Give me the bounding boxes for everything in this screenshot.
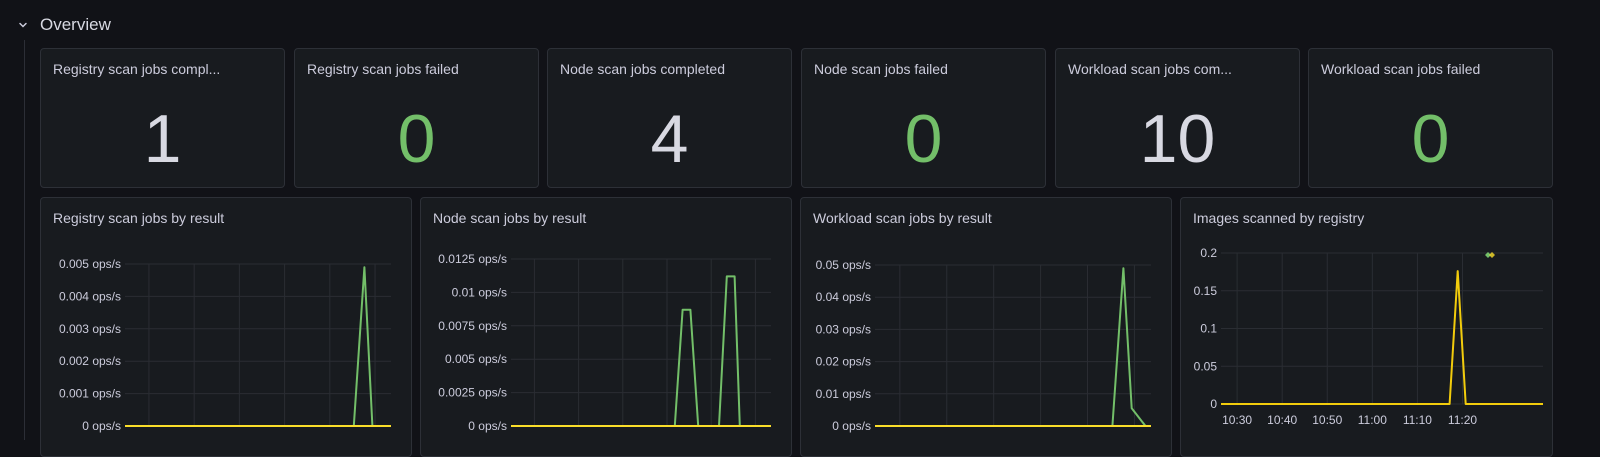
y-tick-label: 0 ops/s	[82, 419, 121, 433]
y-tick-label: 0.001 ops/s	[59, 387, 121, 401]
stat-value: 1	[143, 101, 182, 177]
chart-panel-node-jobs[interactable]: Node scan jobs by result 0 ops/s 0.0025 o…	[420, 197, 792, 457]
y-tick-label: 0 ops/s	[832, 419, 871, 433]
stat-value: 4	[650, 101, 689, 177]
y-tick-label: 0.0025 ops/s	[438, 386, 507, 400]
stat-panel-registry-failed[interactable]: Registry scan jobs failed 0	[294, 48, 539, 188]
y-tick-label: 0.02 ops/s	[816, 355, 871, 369]
stat-value: 0	[397, 101, 436, 177]
x-tick-label: 11:00	[1358, 413, 1387, 427]
stat-value: 10	[1139, 101, 1216, 177]
stat-panel-node-completed[interactable]: Node scan jobs completed 4	[547, 48, 792, 188]
y-tick-label: 0.0125 ops/s	[438, 252, 507, 266]
y-tick-label: 0.03 ops/s	[816, 322, 871, 336]
panel-title: Workload scan jobs failed	[1321, 61, 1481, 77]
stat-panel-registry-completed[interactable]: Registry scan jobs compl... 1	[40, 48, 285, 188]
row-header-overview[interactable]: Overview	[16, 12, 111, 38]
series-line-0	[511, 275, 771, 427]
y-tick-label: 0.005 ops/s	[445, 352, 507, 366]
timeseries-chart: 0 ops/s 0.001 ops/s 0.002 ops/s 0.003 ops/s…	[59, 257, 391, 433]
series-line-0	[125, 266, 391, 427]
y-tick-label: 0.15	[1194, 284, 1218, 298]
panel-title: Node scan jobs completed	[560, 61, 725, 77]
panel-title: Node scan jobs failed	[814, 61, 948, 77]
timeseries-chart: 0 0.05 0.1 0.15 0.2 10:30 10:40 10:50 11:00 11:10…	[1194, 246, 1543, 427]
panel-title: Registry scan jobs failed	[307, 61, 459, 77]
y-tick-label: 0.01 ops/s	[452, 285, 507, 299]
row-divider-line	[24, 40, 25, 440]
y-tick-label: 0.005 ops/s	[59, 257, 121, 271]
stat-panel-workload-completed[interactable]: Workload scan jobs com... 10	[1055, 48, 1300, 188]
row-title: Overview	[40, 15, 111, 34]
y-tick-label: 0 ops/s	[468, 419, 507, 433]
stat-panel-workload-failed[interactable]: Workload scan jobs failed 0	[1308, 48, 1553, 188]
y-tick-label: 0.04 ops/s	[816, 290, 871, 304]
chevron-down-icon[interactable]	[16, 18, 30, 32]
y-tick-label: 0.01 ops/s	[816, 387, 871, 401]
x-tick-label: 10:40	[1267, 413, 1297, 427]
stat-value: 0	[904, 101, 943, 177]
chart-panel-images-scanned[interactable]: Images scanned by registry 0 0.05 0.1 0.15 0…	[1180, 197, 1553, 457]
chart-panel-registry-jobs[interactable]: Registry scan jobs by result 0 ops/s 0.00…	[40, 197, 412, 457]
y-tick-label: 0.0075 ops/s	[438, 319, 507, 333]
series-line-0	[875, 267, 1151, 427]
x-tick-label: 10:50	[1312, 413, 1342, 427]
y-tick-label: 0.1	[1200, 322, 1217, 336]
timeseries-chart: 0 ops/s 0.0025 ops/s 0.005 ops/s 0.0075 ops…	[438, 252, 771, 433]
x-tick-label: 11:10	[1403, 413, 1432, 427]
y-tick-label: 0.003 ops/s	[59, 322, 121, 336]
panel-title: Workload scan jobs com...	[1068, 61, 1232, 77]
timeseries-chart: 0 ops/s 0.01 ops/s 0.02 ops/s 0.03 ops/s 0.0…	[816, 258, 1151, 433]
stat-value: 0	[1411, 101, 1450, 177]
y-tick-label: 0	[1210, 397, 1217, 411]
alert-annotation-icon[interactable]	[1483, 250, 1497, 260]
chart-panel-workload-jobs[interactable]: Workload scan jobs by result 0 ops/s 0.01…	[800, 197, 1172, 457]
stat-panel-node-failed[interactable]: Node scan jobs failed 0	[801, 48, 1046, 188]
y-tick-label: 0.002 ops/s	[59, 354, 121, 368]
y-tick-label: 0.2	[1200, 246, 1217, 260]
y-tick-label: 0.004 ops/s	[59, 289, 121, 303]
panel-title: Registry scan jobs compl...	[53, 61, 221, 77]
x-tick-label: 10:30	[1222, 413, 1252, 427]
x-tick-label: 11:20	[1448, 413, 1477, 427]
y-tick-label: 0.05 ops/s	[816, 258, 871, 272]
y-tick-label: 0.05	[1194, 359, 1218, 373]
